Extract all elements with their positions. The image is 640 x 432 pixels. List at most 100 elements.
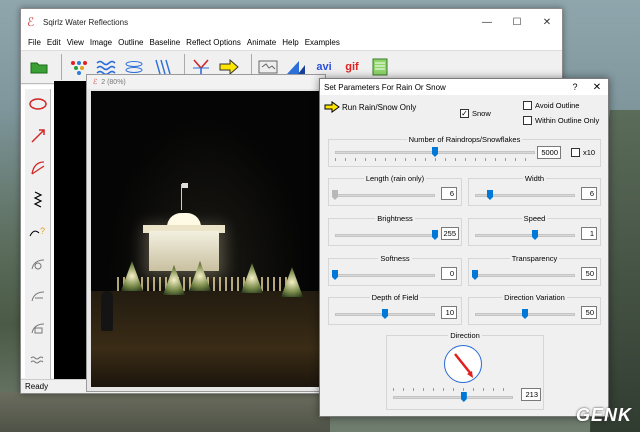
direction-slider-track[interactable] (393, 396, 513, 399)
person-silhouette (101, 291, 113, 331)
width-group: Width 6 (468, 174, 601, 206)
small-waves-icon (30, 356, 44, 364)
arrow-right-icon (324, 101, 340, 113)
flag (182, 183, 188, 188)
document-button[interactable] (368, 55, 392, 79)
outline-tool-c-button[interactable] (27, 317, 49, 339)
maximize-button[interactable]: ☐ (502, 9, 532, 35)
curve-icon (31, 161, 45, 175)
length-slider-track[interactable] (335, 194, 435, 197)
raindrops-slider-thumb[interactable] (432, 147, 438, 157)
ellipse-tool-button[interactable] (27, 93, 49, 115)
depth-slider-thumb[interactable] (382, 309, 388, 319)
avoid-outline-label: Avoid Outline (535, 101, 580, 110)
menu-edit[interactable]: Edit (44, 38, 64, 47)
direction-needle-icon (454, 353, 473, 378)
direction-value[interactable]: 213 (521, 388, 541, 401)
brightness-slider-thumb[interactable] (432, 230, 438, 240)
menu-reflect-options[interactable]: Reflect Options (183, 38, 244, 47)
menu-file[interactable]: File (25, 38, 44, 47)
softness-label: Softness (378, 254, 412, 263)
speed-label: Speed (521, 214, 548, 223)
length-group: Length (rain only) 6 (328, 174, 462, 206)
document-icon (372, 58, 388, 76)
outline-b-icon (31, 291, 45, 302)
variation-group: Direction Variation 50 (468, 293, 601, 325)
direction-label: Direction (448, 331, 482, 340)
menu-help[interactable]: Help (279, 38, 301, 47)
outline-question-icon: ? (29, 226, 45, 237)
open-folder-button[interactable] (27, 55, 51, 79)
speed-value[interactable]: 1 (581, 227, 597, 240)
depth-value[interactable]: 10 (441, 306, 457, 319)
transparency-slider-track[interactable] (475, 274, 575, 277)
width-value[interactable]: 6 (581, 187, 597, 200)
depth-label: Depth of Field (369, 293, 421, 302)
speed-slider-track[interactable] (475, 234, 575, 237)
zigzag-tool-button[interactable] (27, 189, 49, 211)
toolbar-separator (61, 54, 62, 80)
zigzag-icon (33, 191, 43, 208)
brightness-slider-track[interactable] (335, 234, 435, 237)
outline-question-button[interactable]: ? (27, 221, 49, 243)
transparency-group: Transparency 50 (468, 254, 601, 286)
width-slider-thumb[interactable] (487, 190, 493, 200)
lawn (91, 291, 321, 387)
line-tool-button[interactable] (27, 125, 49, 147)
transparency-slider-thumb[interactable] (472, 270, 478, 280)
menu-examples[interactable]: Examples (302, 38, 343, 47)
direction-dial[interactable] (444, 345, 482, 383)
depth-group: Depth of Field 10 (328, 293, 462, 325)
side-toolbar: ? (25, 89, 51, 379)
x10-label: x10 (583, 148, 596, 157)
film-icon (258, 60, 278, 74)
raindrops-group: Number of Raindrops/Snowflakes 5000 x10 (328, 135, 601, 167)
length-slider-thumb[interactable] (332, 190, 338, 200)
gif-button[interactable]: gif (340, 55, 364, 79)
softness-slider-track[interactable] (335, 274, 435, 277)
watermark-text: GENK (575, 405, 632, 425)
window-title: Sqirlz Water Reflections (43, 17, 129, 27)
waves-icon (96, 60, 116, 75)
softness-value[interactable]: 0 (441, 267, 457, 280)
menu-view[interactable]: View (64, 38, 87, 47)
menu-baseline[interactable]: Baseline (146, 38, 183, 47)
waves-tool-button[interactable] (27, 349, 49, 371)
snow-checkbox[interactable]: ✓ Snow (460, 109, 491, 118)
checkmark-icon: ✓ (460, 108, 469, 118)
speed-slider-thumb[interactable] (532, 230, 538, 240)
within-outline-checkbox[interactable]: Within Outline Only (523, 116, 599, 125)
close-button[interactable]: ✕ (532, 9, 562, 35)
building (149, 231, 219, 271)
minimize-button[interactable]: — (472, 9, 502, 35)
line-arrow-icon (31, 129, 45, 143)
ellipse-icon (29, 98, 47, 110)
length-label: Length (rain only) (363, 174, 427, 183)
curve-tool-button[interactable] (27, 157, 49, 179)
white-house-night-photo[interactable] (91, 91, 321, 387)
variation-slider-thumb[interactable] (522, 309, 528, 319)
rock-scenery (0, 392, 330, 432)
dialog-close-button[interactable]: ✕ (586, 82, 608, 93)
menu-image[interactable]: Image (87, 38, 115, 47)
menu-outline[interactable]: Outline (115, 38, 146, 47)
app-logo-icon: ℰ (27, 15, 35, 29)
transparency-value[interactable]: 50 (581, 267, 597, 280)
slider-ticks (393, 388, 513, 391)
run-rain-snow-button[interactable]: Run Rain/Snow Only (324, 101, 416, 113)
raindrops-value[interactable]: 5000 (537, 146, 561, 159)
help-button[interactable]: ? (564, 82, 586, 92)
outline-tool-a-button[interactable] (27, 253, 49, 275)
softness-slider-thumb[interactable] (332, 270, 338, 280)
brightness-value[interactable]: 255 (441, 227, 459, 240)
avoid-outline-checkbox[interactable]: Avoid Outline (523, 101, 579, 110)
variation-value[interactable]: 50 (581, 306, 597, 319)
raindrops-label: Number of Raindrops/Snowflakes (406, 135, 523, 144)
x10-checkbox[interactable]: x10 (571, 148, 595, 157)
brightness-label: Brightness (375, 214, 415, 223)
direction-slider-thumb[interactable] (460, 392, 467, 402)
menu-animate[interactable]: Animate (244, 38, 279, 47)
length-value[interactable]: 6 (441, 187, 457, 200)
genk-watermark-logo: GENK (576, 405, 632, 426)
outline-tool-b-button[interactable] (27, 285, 49, 307)
